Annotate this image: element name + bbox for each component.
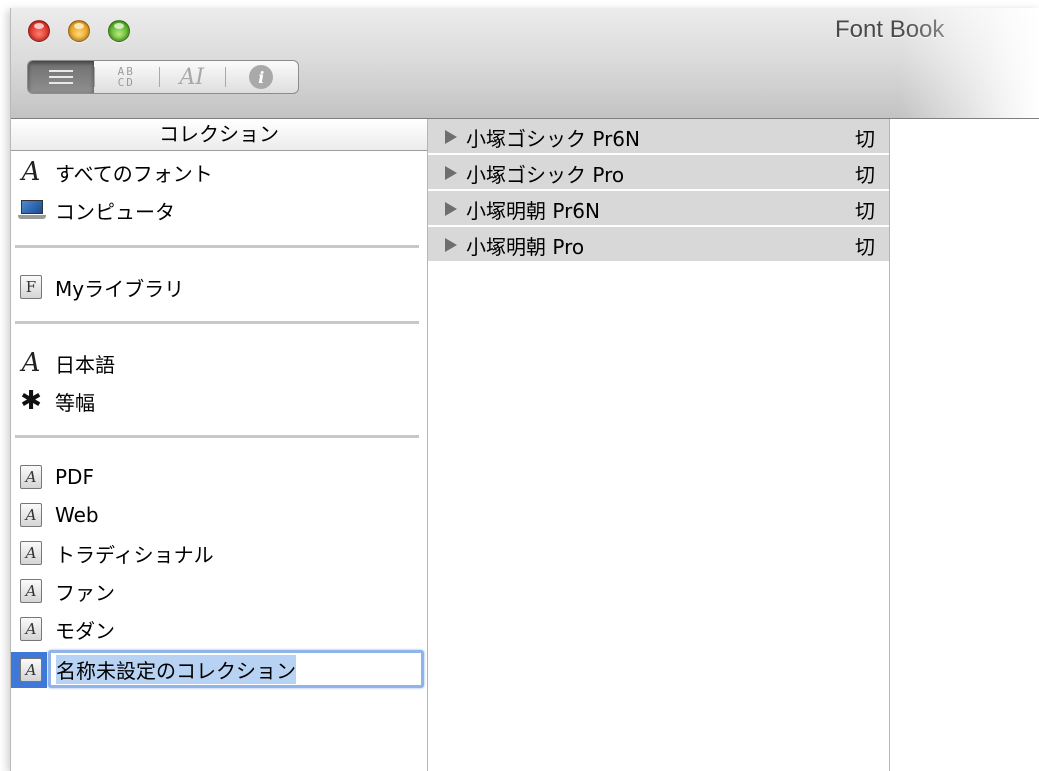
sidebar-item-my-library[interactable]: F Myライブラリ: [11, 269, 427, 305]
sidebar-item-label: Myライブラリ: [55, 276, 185, 301]
collection-icon: A: [18, 616, 44, 642]
sidebar-divider: [15, 435, 419, 438]
list-view-button[interactable]: [28, 61, 94, 93]
sidebar-item-pdf[interactable]: A PDF: [11, 459, 427, 495]
font-status: 切: [855, 163, 875, 187]
sidebar-item-traditional[interactable]: A トラディショナル: [11, 535, 427, 571]
font-book-window: Font Book AB CD AI i コレクション A すべてのフォント コ…: [10, 8, 1039, 771]
collection-icon: A: [18, 578, 44, 604]
sidebar-item-all-fonts[interactable]: A すべてのフォント: [11, 154, 427, 190]
font-row[interactable]: 小塚ゴシック Pro 切: [428, 155, 889, 189]
sidebar-item-label: すべてのフォント: [55, 161, 213, 186]
sidebar-item-monospace[interactable]: ✱ 等幅: [11, 383, 427, 419]
sidebar-divider: [15, 245, 419, 248]
collections-sidebar: コレクション A すべてのフォント コンピュータ F Myライブラリ A 日本語…: [11, 119, 428, 771]
font-status: 切: [855, 127, 875, 151]
script-a-icon: A: [21, 157, 41, 187]
gear-icon: ✱: [20, 386, 42, 416]
close-button[interactable]: [28, 20, 50, 42]
sidebar-item-untitled-collection[interactable]: A 名称未設定のコレクション: [11, 650, 427, 688]
ai-icon: AI: [179, 64, 205, 90]
collection-rename-input[interactable]: 名称未設定のコレクション: [48, 650, 424, 688]
sidebar-divider: [15, 321, 419, 324]
sidebar-item-computer[interactable]: コンピュータ: [11, 192, 427, 228]
sidebar-item-label: トラディショナル: [55, 542, 214, 567]
disclosure-triangle-icon[interactable]: [445, 130, 457, 144]
sidebar-item-label: コンピュータ: [55, 199, 175, 224]
zoom-button[interactable]: [108, 20, 130, 42]
laptop-icon: [18, 197, 46, 223]
collection-icon: A: [18, 502, 44, 528]
script-a-icon: A: [21, 348, 41, 378]
minimize-button[interactable]: [68, 20, 90, 42]
sidebar-item-web[interactable]: A Web: [11, 497, 427, 533]
collections-header: コレクション: [11, 119, 427, 151]
font-family-name: 小塚明朝 Pro: [466, 235, 585, 259]
font-status: 切: [855, 199, 875, 223]
window-title: Font Book: [835, 16, 945, 43]
collection-icon: A: [18, 657, 44, 683]
font-row[interactable]: 小塚明朝 Pr6N 切: [428, 191, 889, 225]
sample-view-button[interactable]: AB CD: [93, 61, 160, 93]
collection-icon: A: [18, 540, 44, 566]
sidebar-item-fun[interactable]: A ファン: [11, 573, 427, 609]
disclosure-triangle-icon[interactable]: [445, 166, 457, 180]
font-family-name: 小塚ゴシック Pro: [466, 163, 625, 187]
sidebar-item-japanese[interactable]: A 日本語: [11, 345, 427, 381]
disclosure-triangle-icon[interactable]: [445, 238, 457, 252]
sidebar-item-modern[interactable]: A モダン: [11, 611, 427, 647]
font-row[interactable]: 小塚明朝 Pro 切: [428, 227, 889, 261]
sidebar-item-label: PDF: [55, 465, 94, 489]
sidebar-item-label: ファン: [55, 580, 115, 605]
list-icon: [48, 70, 73, 84]
font-family-name: 小塚ゴシック Pr6N: [466, 127, 640, 151]
custom-view-button[interactable]: AI: [159, 61, 225, 93]
abcd-icon: AB CD: [117, 65, 135, 89]
sidebar-item-label: 等幅: [55, 390, 95, 415]
font-status: 切: [855, 235, 875, 259]
selected-text: 名称未設定のコレクション: [56, 654, 296, 684]
font-row[interactable]: 小塚ゴシック Pr6N 切: [428, 119, 889, 153]
font-list: 小塚ゴシック Pr6N 切 小塚ゴシック Pro 切 小塚明朝 Pr6N 切 小…: [428, 119, 890, 771]
info-view-button[interactable]: i: [224, 61, 298, 93]
font-family-name: 小塚明朝 Pr6N: [466, 199, 600, 223]
info-icon: i: [249, 65, 274, 89]
titlebar: Font Book AB CD AI i: [11, 8, 1039, 119]
sidebar-item-label: Web: [55, 503, 99, 527]
library-f-icon: F: [18, 274, 44, 300]
disclosure-triangle-icon[interactable]: [445, 202, 457, 216]
preview-mode-segmented-control: AB CD AI i: [27, 60, 299, 94]
collection-icon: A: [18, 464, 44, 490]
sidebar-item-label: モダン: [55, 618, 115, 643]
sidebar-item-label: 日本語: [55, 352, 115, 377]
